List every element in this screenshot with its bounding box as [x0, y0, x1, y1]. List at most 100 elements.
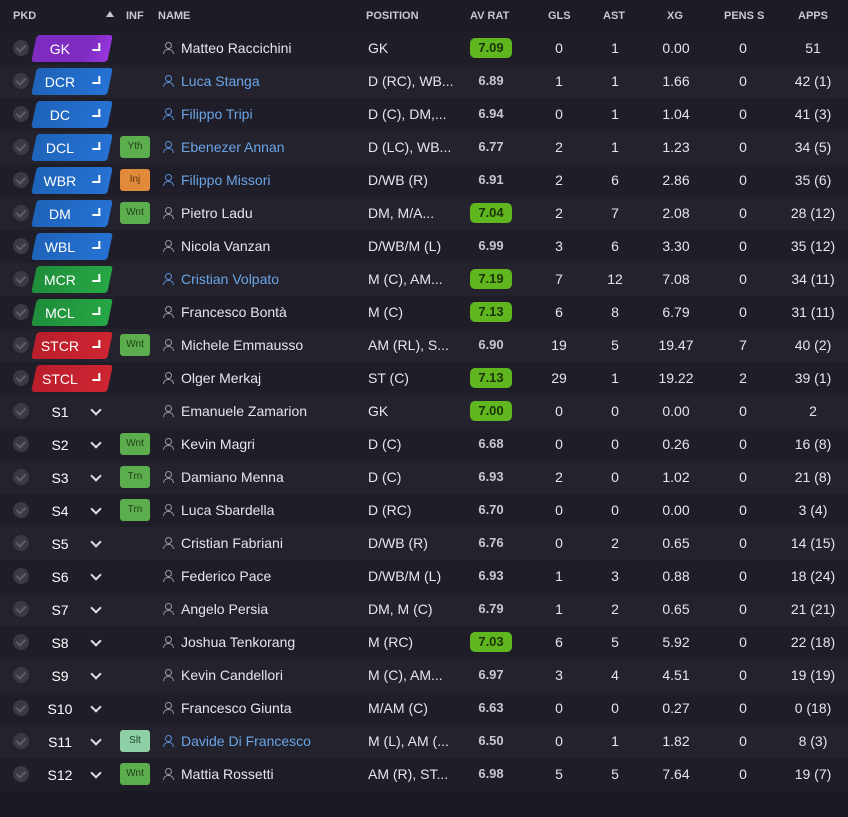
table-row[interactable]: DCR Luca Stanga D (RC), WB... 6.89 1 1 1.66 0 42… [0, 65, 848, 98]
table-row[interactable]: S11 Slt Davide Di Francesco M (L), AM (... 6… [0, 725, 848, 758]
column-header-name[interactable]: NAME [158, 10, 190, 22]
player-name[interactable]: Cristian Fabriani [181, 535, 283, 551]
player-name[interactable]: Angelo Persia [181, 601, 268, 617]
position-selector[interactable]: STCL [31, 365, 113, 392]
player-name[interactable]: Emanuele Zamarion [181, 403, 307, 419]
info-badge[interactable]: Yth [120, 136, 150, 158]
pick-check-icon[interactable] [13, 40, 29, 56]
player-name[interactable]: Luca Stanga [181, 73, 260, 89]
table-row[interactable]: S7 Angelo Persia DM, M (C) 6.79 1 2 0.65 0 21 (2… [0, 593, 848, 626]
player-name[interactable]: Francesco Bontà [181, 304, 287, 320]
table-row[interactable]: S10 Francesco Giunta M/AM (C) 6.63 0 0 0.27 0 0 … [0, 692, 848, 725]
position-selector[interactable]: S3 [34, 464, 110, 491]
position-selector[interactable]: WBR [31, 167, 113, 194]
table-row[interactable]: DC Filippo Tripi D (C), DM,... 6.94 0 1 1.04 0 4… [0, 98, 848, 131]
pick-check-icon[interactable] [13, 766, 29, 782]
position-selector[interactable]: DC [31, 101, 113, 128]
position-selector[interactable]: MCL [31, 299, 113, 326]
player-name[interactable]: Francesco Giunta [181, 700, 292, 716]
info-badge[interactable]: Wnt [120, 763, 150, 785]
pick-check-icon[interactable] [13, 601, 29, 617]
table-row[interactable]: S1 Emanuele Zamarion GK 7.00 0 0 0.00 0 2 [0, 395, 848, 428]
pick-check-icon[interactable] [13, 271, 29, 287]
pick-check-icon[interactable] [13, 502, 29, 518]
column-header-ast[interactable]: AST [603, 10, 625, 22]
column-header-position[interactable]: POSITION [366, 10, 419, 22]
pick-check-icon[interactable] [13, 139, 29, 155]
table-row[interactable]: S2 Wnt Kevin Magri D (C) 6.68 0 0 0.26 0 16 (8) [0, 428, 848, 461]
position-selector[interactable]: S10 [34, 695, 110, 722]
player-name[interactable]: Mattia Rossetti [181, 766, 274, 782]
pick-check-icon[interactable] [13, 535, 29, 551]
player-name[interactable]: Damiano Menna [181, 469, 284, 485]
column-header-av-rat[interactable]: AV RAT [470, 10, 509, 22]
pick-check-icon[interactable] [13, 337, 29, 353]
position-selector[interactable]: S12 [34, 761, 110, 788]
position-selector[interactable]: STCR [31, 332, 113, 359]
table-row[interactable]: S12 Wnt Mattia Rossetti AM (R), ST... 6.98 5 5… [0, 758, 848, 791]
table-row[interactable]: STCR Wnt Michele Emmausso AM (RL), S... 6.90… [0, 329, 848, 362]
pick-check-icon[interactable] [13, 436, 29, 452]
info-badge[interactable]: Inj [120, 169, 150, 191]
pick-check-icon[interactable] [13, 634, 29, 650]
player-name[interactable]: Cristian Volpato [181, 271, 279, 287]
pick-check-icon[interactable] [13, 238, 29, 254]
table-row[interactable]: DCL Yth Ebenezer Annan D (LC), WB... 6.77 2 1 1… [0, 131, 848, 164]
pick-check-icon[interactable] [13, 733, 29, 749]
player-name[interactable]: Olger Merkaj [181, 370, 261, 386]
column-header-pkd[interactable]: PKD [13, 10, 36, 22]
column-header-apps[interactable]: APPS [798, 10, 828, 22]
player-name[interactable]: Nicola Vanzan [181, 238, 270, 254]
table-row[interactable]: MCL Francesco Bontà M (C) 7.13 6 8 6.79 0 31 (11… [0, 296, 848, 329]
table-row[interactable]: S9 Kevin Candellori M (C), AM... 6.97 3 4 4.51… [0, 659, 848, 692]
table-row[interactable]: DM Wnt Pietro Ladu DM, M/A... 7.04 2 7 2.08 0 28 … [0, 197, 848, 230]
table-row[interactable]: STCL Olger Merkaj ST (C) 7.13 29 1 19.22 2 39 (1… [0, 362, 848, 395]
player-name[interactable]: Michele Emmausso [181, 337, 303, 353]
position-selector[interactable]: WBL [31, 233, 113, 260]
player-name[interactable]: Davide Di Francesco [181, 733, 311, 749]
player-name[interactable]: Ebenezer Annan [181, 139, 285, 155]
position-selector[interactable]: MCR [31, 266, 113, 293]
pick-check-icon[interactable] [13, 304, 29, 320]
player-name[interactable]: Luca Sbardella [181, 502, 274, 518]
table-row[interactable]: S3 Trn Damiano Menna D (C) 6.93 2 0 1.02 0 21 (8) [0, 461, 848, 494]
column-header-xg[interactable]: XG [667, 10, 683, 22]
position-selector[interactable]: DCR [31, 68, 113, 95]
sort-ascending-icon[interactable] [106, 11, 114, 17]
column-header-inf[interactable]: INF [126, 10, 144, 22]
table-row[interactable]: GK Matteo Raccichini GK 7.09 0 1 0.00 0 51 [0, 32, 848, 65]
pick-check-icon[interactable] [13, 667, 29, 683]
player-name[interactable]: Federico Pace [181, 568, 271, 584]
player-name[interactable]: Kevin Candellori [181, 667, 283, 683]
position-selector[interactable]: S2 [34, 431, 110, 458]
position-selector[interactable]: S6 [34, 563, 110, 590]
table-row[interactable]: S6 Federico Pace D/WB/M (L) 6.93 1 3 0.88 0 18 (… [0, 560, 848, 593]
pick-check-icon[interactable] [13, 370, 29, 386]
position-selector[interactable]: DM [31, 200, 113, 227]
position-selector[interactable]: S4 [34, 497, 110, 524]
column-header-gls[interactable]: GLS [548, 10, 571, 22]
table-row[interactable]: MCR Cristian Volpato M (C), AM... 7.19 7 12 7.… [0, 263, 848, 296]
pick-check-icon[interactable] [13, 700, 29, 716]
pick-check-icon[interactable] [13, 73, 29, 89]
info-badge[interactable]: Trn [120, 466, 150, 488]
info-badge[interactable]: Wnt [120, 334, 150, 356]
pick-check-icon[interactable] [13, 469, 29, 485]
position-selector[interactable]: S1 [34, 398, 110, 425]
player-name[interactable]: Kevin Magri [181, 436, 255, 452]
pick-check-icon[interactable] [13, 106, 29, 122]
info-badge[interactable]: Slt [120, 730, 150, 752]
info-badge[interactable]: Wnt [120, 433, 150, 455]
position-selector[interactable]: S7 [34, 596, 110, 623]
position-selector[interactable]: S9 [34, 662, 110, 689]
info-badge[interactable]: Trn [120, 499, 150, 521]
table-row[interactable]: WBR Inj Filippo Missori D/WB (R) 6.91 2 6 2.86 0… [0, 164, 848, 197]
table-row[interactable]: S4 Trn Luca Sbardella D (RC) 6.70 0 0 0.00 0 3 (4… [0, 494, 848, 527]
info-badge[interactable]: Wnt [120, 202, 150, 224]
player-name[interactable]: Filippo Tripi [181, 106, 253, 122]
table-row[interactable]: WBL Nicola Vanzan D/WB/M (L) 6.99 3 6 3.30 0 35 … [0, 230, 848, 263]
position-selector[interactable]: S8 [34, 629, 110, 656]
player-name[interactable]: Filippo Missori [181, 172, 270, 188]
pick-check-icon[interactable] [13, 568, 29, 584]
position-selector[interactable]: S11 [34, 728, 110, 755]
